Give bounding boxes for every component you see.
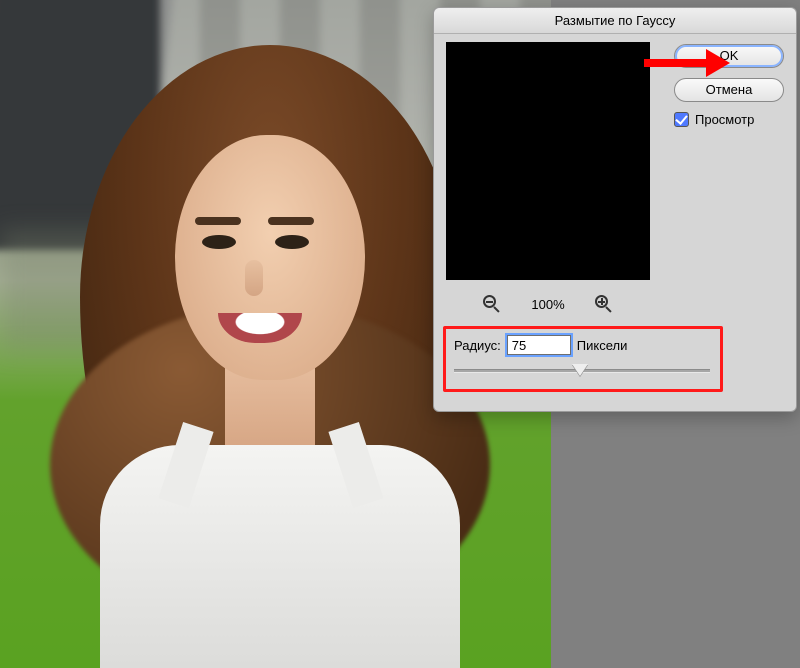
preview-checkbox-row[interactable]: Просмотр	[674, 112, 784, 127]
ok-button[interactable]: OK	[674, 44, 784, 68]
dialog-buttons: OK Отмена Просмотр	[674, 44, 784, 127]
radius-highlight: Радиус: Пиксели	[443, 326, 723, 392]
cancel-button[interactable]: Отмена	[674, 78, 784, 102]
nose-shape	[245, 260, 263, 296]
zoom-percent: 100%	[527, 297, 569, 312]
gaussian-blur-dialog: Размытие по Гауссу 100% OK Отмена Просмо…	[433, 7, 797, 412]
zoom-in-icon[interactable]	[595, 295, 613, 313]
zoom-out-icon[interactable]	[483, 295, 501, 313]
radius-input[interactable]	[507, 335, 571, 355]
radius-unit: Пиксели	[577, 338, 628, 353]
preview-label: Просмотр	[695, 112, 754, 127]
radius-label: Радиус:	[454, 338, 501, 353]
dialog-title: Размытие по Гауссу	[434, 8, 796, 34]
face-shape	[175, 135, 365, 380]
brow-shape	[195, 217, 241, 225]
checkbox-checked-icon[interactable]	[674, 112, 689, 127]
radius-slider[interactable]	[454, 369, 710, 373]
eye-shape	[202, 235, 236, 249]
slider-thumb-icon[interactable]	[572, 364, 588, 376]
dress-shape	[100, 445, 460, 668]
zoom-controls: 100%	[446, 290, 650, 318]
brow-shape	[268, 217, 314, 225]
eye-shape	[275, 235, 309, 249]
filter-preview[interactable]	[446, 42, 650, 280]
